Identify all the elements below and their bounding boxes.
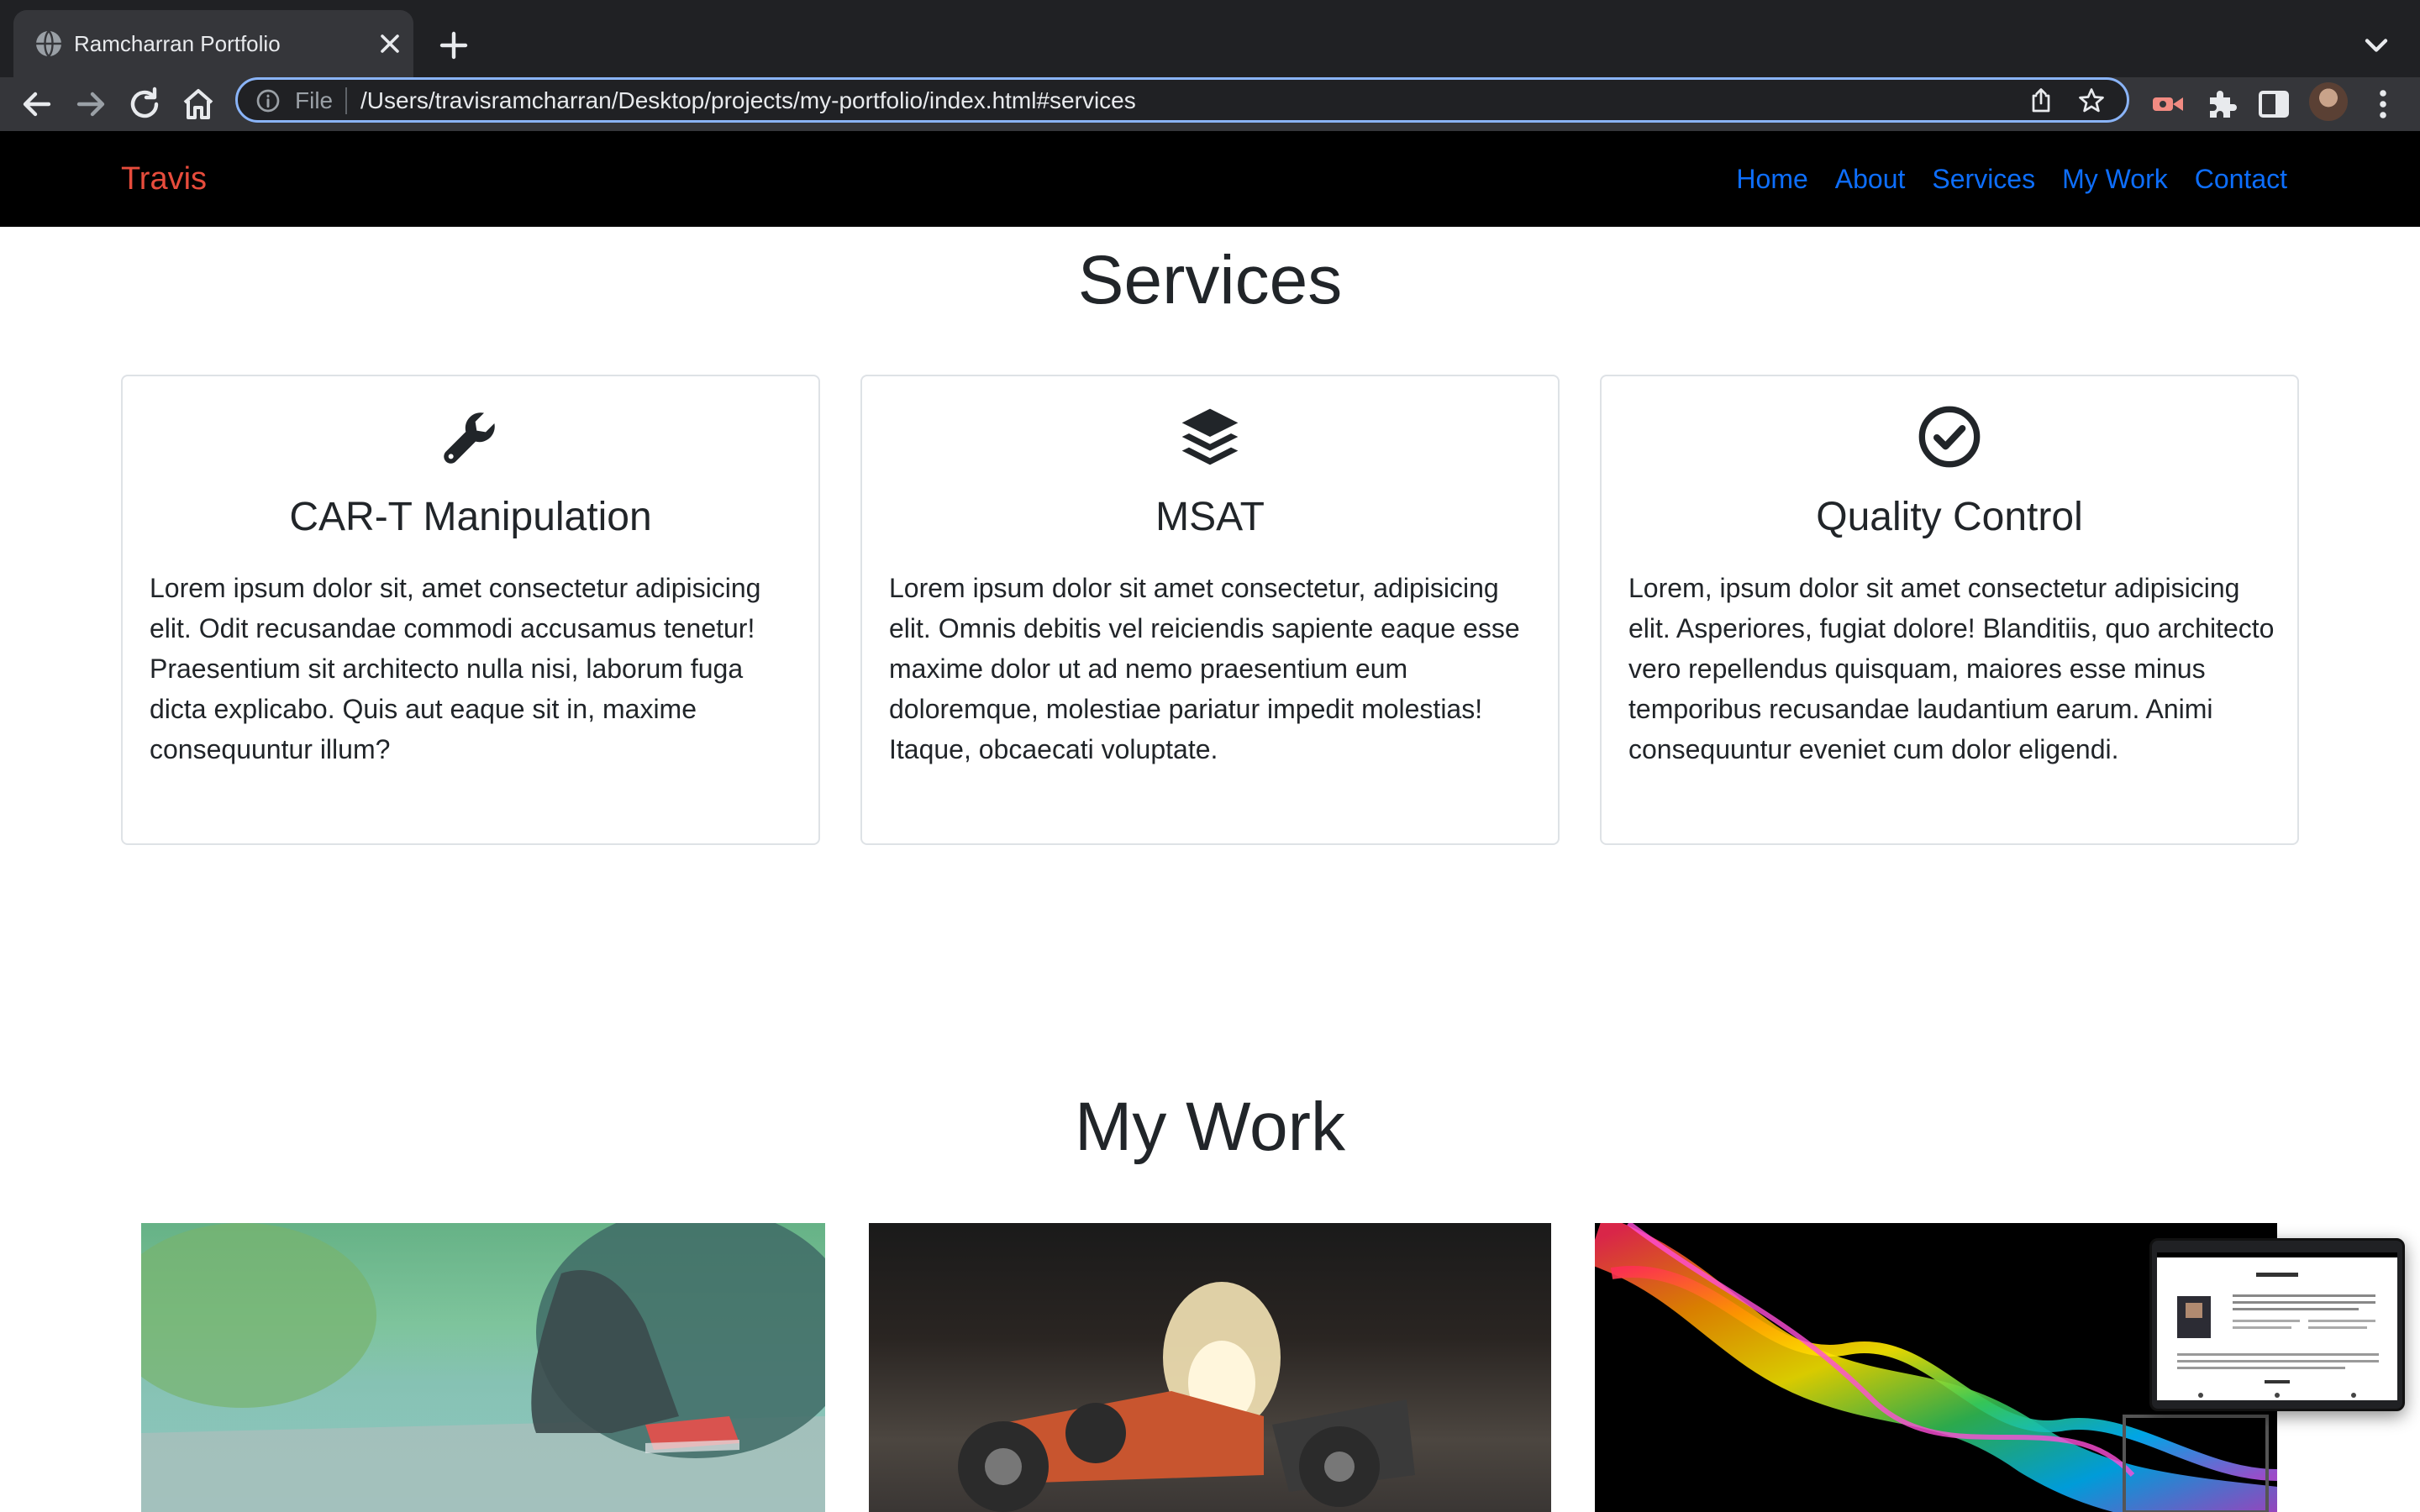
home-icon[interactable] bbox=[178, 84, 218, 124]
address-bar[interactable]: File /Users/travisramcharran/Desktop/pro… bbox=[235, 77, 2129, 123]
my-work-heading: My Work bbox=[1075, 1089, 1345, 1165]
preview-page bbox=[2157, 1252, 2397, 1400]
nav-links: Home About Services My Work Contact bbox=[1736, 160, 2287, 198]
nav-link-home[interactable]: Home bbox=[1736, 160, 1807, 198]
work-image-running-shoes[interactable] bbox=[141, 1223, 825, 1512]
bookmark-star-icon[interactable] bbox=[2076, 86, 2107, 116]
url-separator bbox=[345, 87, 347, 114]
browser-tab[interactable]: Ramcharran Portfolio bbox=[13, 10, 413, 77]
wrench-icon bbox=[123, 403, 818, 470]
site-navbar: Travis Home About Services My Work Conta… bbox=[0, 131, 2420, 227]
nav-link-services[interactable]: Services bbox=[1932, 160, 2035, 198]
tab-title: Ramcharran Portfolio bbox=[74, 31, 281, 56]
preview-page-illustration bbox=[2157, 1252, 2397, 1398]
nav-link-contact[interactable]: Contact bbox=[2195, 160, 2287, 198]
service-card-title: CAR-T Manipulation bbox=[289, 495, 652, 539]
share-icon[interactable] bbox=[2026, 86, 2056, 116]
nav-link-about[interactable]: About bbox=[1835, 160, 1906, 198]
layers-icon bbox=[862, 403, 1558, 470]
forward-arrow-icon[interactable] bbox=[71, 84, 111, 124]
browser-tab-strip: Ramcharran Portfolio bbox=[0, 0, 2420, 77]
globe-icon bbox=[36, 30, 61, 57]
nav-link-my-work[interactable]: My Work bbox=[2062, 160, 2168, 198]
service-card-title: MSAT bbox=[1155, 495, 1265, 539]
info-icon[interactable] bbox=[255, 87, 281, 114]
service-card: Quality Control Lorem, ipsum dolor sit a… bbox=[1600, 375, 2299, 845]
url-scheme-label: File bbox=[295, 87, 334, 113]
back-arrow-icon[interactable] bbox=[17, 84, 57, 124]
work-image-battle-robot[interactable] bbox=[869, 1223, 1551, 1512]
services-heading: Services bbox=[1077, 242, 1343, 318]
robot-photo-illustration bbox=[958, 1282, 1415, 1512]
runner-photo-illustration bbox=[141, 1223, 825, 1512]
kebab-menu-icon[interactable] bbox=[2363, 84, 2403, 124]
side-panel-icon[interactable] bbox=[2254, 84, 2294, 124]
service-card-text: Lorem ipsum dolor sit, amet consectetur … bbox=[150, 573, 761, 764]
service-card: CAR-T Manipulation Lorem ipsum dolor sit… bbox=[121, 375, 820, 845]
screenshot-preview-thumbnail[interactable] bbox=[2149, 1238, 2405, 1411]
puzzle-extensions-icon[interactable] bbox=[2202, 84, 2242, 124]
profile-avatar[interactable] bbox=[2309, 82, 2348, 121]
service-card-title: Quality Control bbox=[1816, 495, 2083, 539]
service-card: MSAT Lorem ipsum dolor sit amet consecte… bbox=[860, 375, 1560, 845]
new-tab-icon[interactable] bbox=[434, 25, 474, 66]
service-card-text: Lorem ipsum dolor sit amet consectetur, … bbox=[889, 573, 1520, 764]
close-icon[interactable] bbox=[375, 29, 405, 59]
brand-logo-link[interactable]: Travis bbox=[121, 160, 207, 198]
url-text[interactable]: /Users/travisramcharran/Desktop/projects… bbox=[360, 84, 1136, 118]
browser-toolbar: File /Users/travisramcharran/Desktop/pro… bbox=[0, 77, 2420, 131]
extension-record-icon[interactable] bbox=[2148, 84, 2188, 124]
service-card-text: Lorem, ipsum dolor sit amet consectetur … bbox=[1628, 573, 2275, 764]
reload-icon[interactable] bbox=[124, 84, 165, 124]
chevron-down-icon[interactable] bbox=[2358, 27, 2395, 64]
check-circle-icon bbox=[1602, 403, 2297, 470]
